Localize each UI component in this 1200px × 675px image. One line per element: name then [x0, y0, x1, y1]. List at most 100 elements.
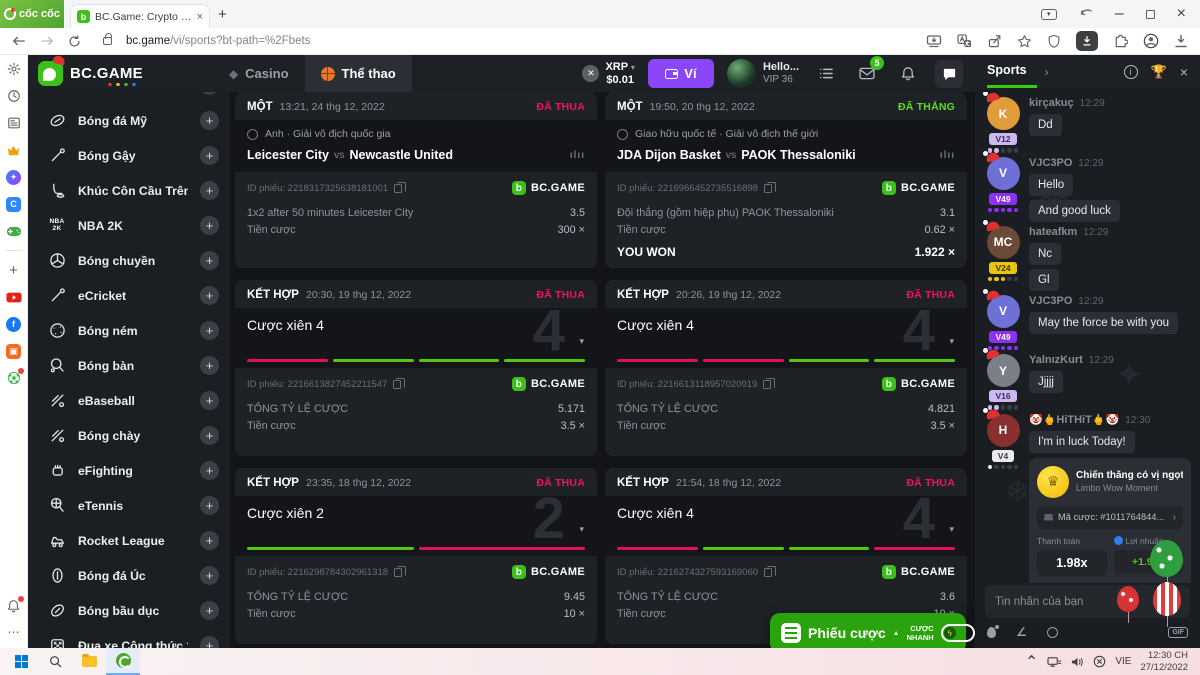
win-bet-id-row[interactable]: Mã cược: #1011764844...›	[1037, 506, 1183, 529]
chat-avatar[interactable]: MC	[987, 226, 1020, 259]
chat-trophy-icon[interactable]: 🏆	[1151, 64, 1167, 80]
facebook-icon[interactable]: f	[6, 316, 22, 332]
sidebar-item-ebaseball[interactable]: eBaseball+	[28, 383, 230, 418]
coccoc-taskbar-icon[interactable]	[106, 648, 140, 675]
language-indicator[interactable]: VIE	[1115, 656, 1131, 667]
settings-gear-icon[interactable]	[6, 61, 22, 77]
notification-bell-icon[interactable]	[6, 598, 22, 614]
expand-plus-button[interactable]: +	[200, 531, 219, 550]
browser-arrow-icon[interactable]	[1079, 8, 1093, 20]
bcgame-logo[interactable]: BC.GAME	[38, 61, 143, 86]
betslip-button[interactable]: Phiếu cược ▲ CƯỢC NHANH ϟ	[770, 613, 966, 648]
chat-username[interactable]: VJC3PO	[1029, 295, 1072, 308]
secure-lock-icon[interactable]	[103, 37, 112, 45]
taskbar-search-icon[interactable]	[38, 648, 72, 675]
save-page-icon[interactable]	[926, 34, 942, 48]
expand-chevron-icon[interactable]: ▾	[579, 524, 584, 535]
chat-info-icon[interactable]: i	[1124, 65, 1138, 79]
expand-plus-button[interactable]: +	[200, 216, 219, 235]
tab-close-icon[interactable]: ×	[197, 11, 203, 23]
youtube-icon[interactable]	[6, 289, 22, 305]
user-avatar[interactable]	[727, 59, 756, 88]
expand-plus-button[interactable]: +	[200, 566, 219, 585]
shield-icon[interactable]	[1047, 34, 1061, 49]
rain-icon[interactable]	[987, 627, 996, 638]
copy-icon[interactable]	[764, 184, 772, 193]
chat-username[interactable]: 🤡🖕HiTHiT🖕🤡	[1029, 414, 1119, 427]
chat-avatar[interactable]: V	[987, 295, 1020, 328]
close-button[interactable]: ×	[1177, 5, 1186, 23]
expand-plus-button[interactable]: +	[200, 321, 219, 340]
extensions-icon[interactable]	[1113, 34, 1128, 49]
profile-icon[interactable]	[1143, 33, 1159, 49]
add-shortcut-icon[interactable]: +	[6, 262, 22, 278]
quick-bet-toggle[interactable]: ϟ	[941, 624, 975, 642]
share-icon[interactable]	[987, 34, 1002, 48]
back-icon[interactable]	[12, 35, 26, 47]
chat-avatar[interactable]: Y	[987, 354, 1020, 387]
bet-list-icon[interactable]	[812, 60, 840, 88]
sidebar-item-efighting[interactable]: eFighting+	[28, 453, 230, 488]
chat-rules-icon[interactable]: ∠	[1016, 625, 1027, 639]
sidebar-item-bong-ban[interactable]: Bóng bàn+	[28, 348, 230, 383]
tab-search-icon[interactable]: ▾	[1041, 9, 1057, 20]
expand-plus-button[interactable]: +	[200, 601, 219, 620]
expand-plus-button[interactable]: +	[200, 251, 219, 270]
expand-chevron-icon[interactable]: ▾	[949, 524, 954, 535]
network-icon[interactable]	[1047, 656, 1061, 668]
expand-plus-button[interactable]: +	[200, 286, 219, 305]
mail-icon[interactable]: 5	[853, 60, 881, 88]
wallet-button[interactable]: Ví	[648, 59, 714, 88]
sidebar-item-bong-a-my[interactable]: Bóng đá Mỹ+	[28, 103, 230, 138]
chat-toggle-icon[interactable]	[935, 60, 963, 88]
expand-plus-button[interactable]: +	[200, 426, 219, 445]
coin-drop-icon[interactable]	[1047, 627, 1058, 638]
downloads-icon[interactable]	[1174, 34, 1188, 48]
sidebar-item-khuc-con-cau-tren-bang[interactable]: Khúc Côn Cầu Trên Băng+	[28, 173, 230, 208]
copy-icon[interactable]	[393, 380, 401, 389]
expand-plus-button[interactable]: +	[200, 146, 219, 165]
expand-plus-button[interactable]: +	[200, 181, 219, 200]
chat-username[interactable]: VJC3PO	[1029, 157, 1072, 170]
nav-sports[interactable]: Thể thao	[305, 55, 412, 92]
chat-app-icon[interactable]: C	[6, 196, 22, 212]
sports-ball-icon[interactable]	[6, 370, 22, 386]
stats-icon[interactable]: ılıı	[570, 150, 585, 161]
sidebar-item-bong-nem[interactable]: Bóng ném+	[28, 313, 230, 348]
messenger-icon[interactable]: ✦	[6, 169, 22, 185]
forward-icon[interactable]	[40, 35, 54, 47]
expand-plus-button[interactable]: +	[200, 92, 219, 95]
sidebar-item-ecricket[interactable]: eCricket+	[28, 278, 230, 313]
maximize-button[interactable]	[1146, 10, 1155, 19]
games-icon[interactable]	[6, 223, 22, 239]
copy-icon[interactable]	[764, 568, 772, 577]
chat-username[interactable]: YalnızKurt	[1029, 354, 1083, 367]
chat-avatar[interactable]: K	[987, 97, 1020, 130]
expand-plus-button[interactable]: +	[200, 111, 219, 130]
history-icon[interactable]	[6, 88, 22, 104]
copy-icon[interactable]	[394, 184, 402, 193]
match-teams[interactable]: Leicester CityvsNewcastle Unitedılıı	[247, 148, 585, 162]
stats-icon[interactable]: ılıı	[940, 150, 955, 161]
expand-plus-button[interactable]: +	[200, 461, 219, 480]
chat-tab-sports[interactable]: Sports	[987, 55, 1037, 88]
expand-chevron-icon[interactable]: ▾	[949, 336, 954, 347]
gif-icon[interactable]: GIF	[1168, 627, 1188, 638]
tray-expand-icon[interactable]: ⌃	[1025, 652, 1038, 672]
chat-close-icon[interactable]: ×	[1180, 64, 1188, 80]
bookmark-star-icon[interactable]	[1017, 34, 1032, 49]
coccoc-brand[interactable]: cốc cốc	[0, 0, 64, 28]
new-tab-button[interactable]: +	[218, 6, 227, 23]
sidebar-item-bong-gay[interactable]: Bóng Gậy+	[28, 138, 230, 173]
chat-username[interactable]: hateafkm	[1029, 226, 1077, 239]
copy-icon[interactable]	[763, 380, 771, 389]
expand-plus-button[interactable]: +	[200, 496, 219, 515]
volume-icon[interactable]	[1070, 656, 1084, 668]
sidebar-item-nba-2k[interactable]: NBA2KNBA 2K+	[28, 208, 230, 243]
taskbar-clock[interactable]: 12:30 CH 27/12/2022	[1140, 650, 1188, 674]
currency-selector[interactable]: ✕ XRP ▾ $0.01	[582, 61, 635, 86]
download-active-icon[interactable]	[1076, 31, 1098, 51]
chat-avatar[interactable]: V	[987, 157, 1020, 190]
deals-bag-icon[interactable]: ▣	[6, 343, 22, 359]
translate-icon[interactable]	[957, 34, 972, 48]
